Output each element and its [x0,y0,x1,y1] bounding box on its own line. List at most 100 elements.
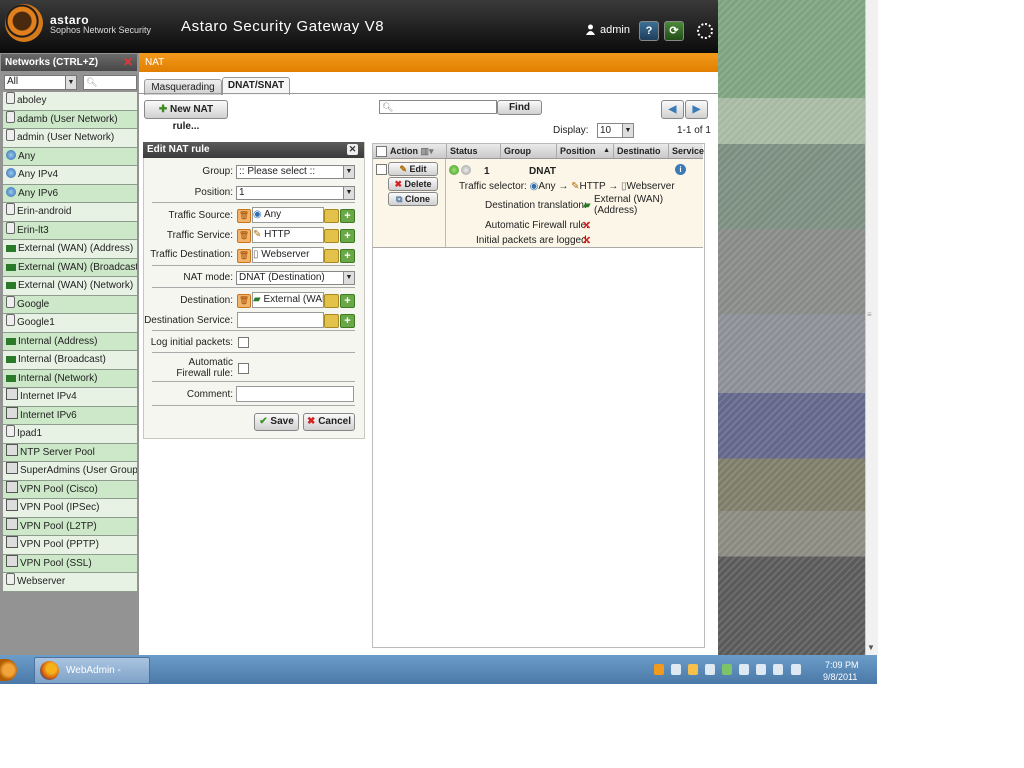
sidebar-item[interactable]: VPN Pool (Cisco) [3,480,137,499]
dropdown-arrow-icon[interactable]: ▼ [343,272,354,284]
display-count-select[interactable]: 10 ▼ [597,123,634,138]
sidebar-item[interactable]: aboley [3,92,137,111]
sidebar-search-input[interactable]: 🔍︎ [83,75,137,90]
column-menu-icon[interactable]: ▥▾ [421,146,434,156]
sidebar-item[interactable]: NTP Server Pool [3,443,137,462]
dropdown-arrow-icon[interactable]: ▼ [65,76,76,89]
tray-device-icon[interactable] [705,664,716,675]
sidebar-item[interactable]: SuperAdmins (User Group Ne [3,462,137,481]
sidebar-item[interactable]: Ipad1 [3,425,137,444]
flag-icon[interactable] [790,664,801,675]
column-service[interactable]: Service [669,144,704,158]
sidebar-item[interactable]: Internal (Broadcast) [3,351,137,370]
comment-field[interactable] [236,386,354,402]
sidebar-item[interactable]: External (WAN) (Address) [3,240,137,259]
sidebar-item[interactable]: Internet IPv4 [3,388,137,407]
browser-scrollbar[interactable] [865,0,878,655]
sidebar-item[interactable]: Any IPv6 [3,184,137,203]
dropdown-arrow-icon[interactable]: ▼ [343,166,354,178]
sidebar-item[interactable]: admin (User Network) [3,129,137,148]
add-icon[interactable]: + [340,209,355,223]
clone-button[interactable]: ⧉ Clone [388,192,438,206]
position-select[interactable]: 1 ▼ [236,186,355,200]
add-icon[interactable]: + [340,314,355,328]
sidebar-item[interactable]: VPN Pool (L2TP) [3,517,137,536]
sidebar-item[interactable]: Google1 [3,314,137,333]
sidebar-filter-select[interactable]: All ▼ [4,75,77,90]
sidebar-item[interactable]: VPN Pool (IPSec) [3,499,137,518]
dropdown-arrow-icon[interactable]: ▼ [622,124,633,137]
column-destination[interactable]: Destinatio [614,144,669,158]
edit-button[interactable]: ✎ Edit [388,162,438,176]
folder-icon[interactable] [324,294,339,308]
tray-app-icon[interactable] [654,664,664,675]
sidebar-item[interactable]: Internet IPv6 [3,406,137,425]
column-position[interactable]: Position ▲ [557,144,614,158]
sidebar-item[interactable]: Any IPv4 [3,166,137,185]
trash-icon[interactable]: 🗑︎ [237,209,251,223]
add-icon[interactable]: + [340,249,355,263]
sidebar-item[interactable]: Erin-lt3 [3,221,137,240]
find-button[interactable]: Find [497,100,542,115]
sidebar-item[interactable]: Erin-android [3,203,137,222]
column-action[interactable]: Action ▥▾ [387,144,447,158]
info-icon[interactable]: i [675,164,686,175]
add-icon[interactable]: + [340,229,355,243]
log-initial-packets-checkbox[interactable] [238,337,249,348]
traffic-service-field[interactable]: ✎ HTTP [252,227,324,243]
folder-icon[interactable] [324,209,339,223]
sidebar-item[interactable]: VPN Pool (SSL) [3,554,137,573]
status-toggle-icon[interactable] [461,165,471,175]
select-all-checkbox[interactable] [376,146,387,157]
tray-arrow-icon[interactable] [671,664,682,675]
column-group[interactable]: Group [501,144,557,158]
sidebar-item[interactable]: External (WAN) (Network) [3,277,137,296]
row-checkbox[interactable] [376,164,387,175]
folder-icon[interactable] [324,249,339,263]
battery-icon[interactable] [739,664,750,675]
sidebar-item[interactable]: VPN Pool (PPTP) [3,536,137,555]
sidebar-item[interactable]: Any [3,147,137,166]
sidebar-item[interactable]: Google [3,295,137,314]
sidebar-item[interactable]: Internal (Network) [3,369,137,388]
close-icon[interactable]: ✕ [347,144,358,155]
delete-button[interactable]: ✖ Delete [388,177,438,191]
cancel-button[interactable]: ✖ Cancel [303,413,355,431]
next-page-icon[interactable]: ▶ [685,100,708,119]
folder-icon[interactable] [324,314,339,328]
clock-date[interactable]: 9/8/2011 [823,672,857,682]
destination-field[interactable]: ▰ External (WAN [252,292,324,308]
astaro-logo[interactable] [5,4,43,42]
trash-icon[interactable]: 🗑︎ [237,249,251,263]
tray-update-icon[interactable] [722,664,733,675]
status-enabled-icon[interactable] [449,165,459,175]
destination-service-field[interactable] [237,312,324,328]
scroll-grip-icon[interactable]: ≡ [867,310,875,320]
sidebar-item[interactable]: External (WAN) (Broadcast) [3,258,137,277]
previous-page-icon[interactable]: ◀ [661,100,684,119]
sidebar-item[interactable]: Internal (Address) [3,332,137,351]
help-button[interactable]: ? [639,21,659,41]
network-signal-icon[interactable] [756,664,767,675]
tray-shield-icon[interactable] [688,664,699,675]
trash-icon[interactable]: 🗑︎ [237,229,251,243]
group-select[interactable]: :: Please select :: ▼ [236,165,355,179]
sidebar-item[interactable]: Webserver [3,573,137,592]
rule-search-input[interactable]: 🔍︎ [379,100,497,114]
new-nat-rule-button[interactable]: ✚ New NAT rule... [144,100,228,132]
scroll-down-icon[interactable]: ▼ [867,643,875,652]
dropdown-arrow-icon[interactable]: ▼ [343,187,354,199]
add-icon[interactable]: + [340,294,355,308]
volume-icon[interactable] [773,664,784,675]
folder-icon[interactable] [324,229,339,243]
sidebar-close-icon[interactable]: ✕ [123,54,133,71]
taskbar-item-firefox[interactable]: WebAdmin - User... [34,657,150,701]
save-button[interactable]: ✔ Save [254,413,299,431]
clock-time[interactable]: 7:09 PM [825,660,859,670]
current-user[interactable]: admin [600,24,630,36]
traffic-source-field[interactable]: ◉ Any [252,207,324,223]
traffic-destination-field[interactable]: ▯ Webserver [252,247,324,263]
sidebar-item[interactable]: adamb (User Network) [3,110,137,129]
column-status[interactable]: Status [447,144,501,158]
trash-icon[interactable]: 🗑︎ [237,294,251,308]
